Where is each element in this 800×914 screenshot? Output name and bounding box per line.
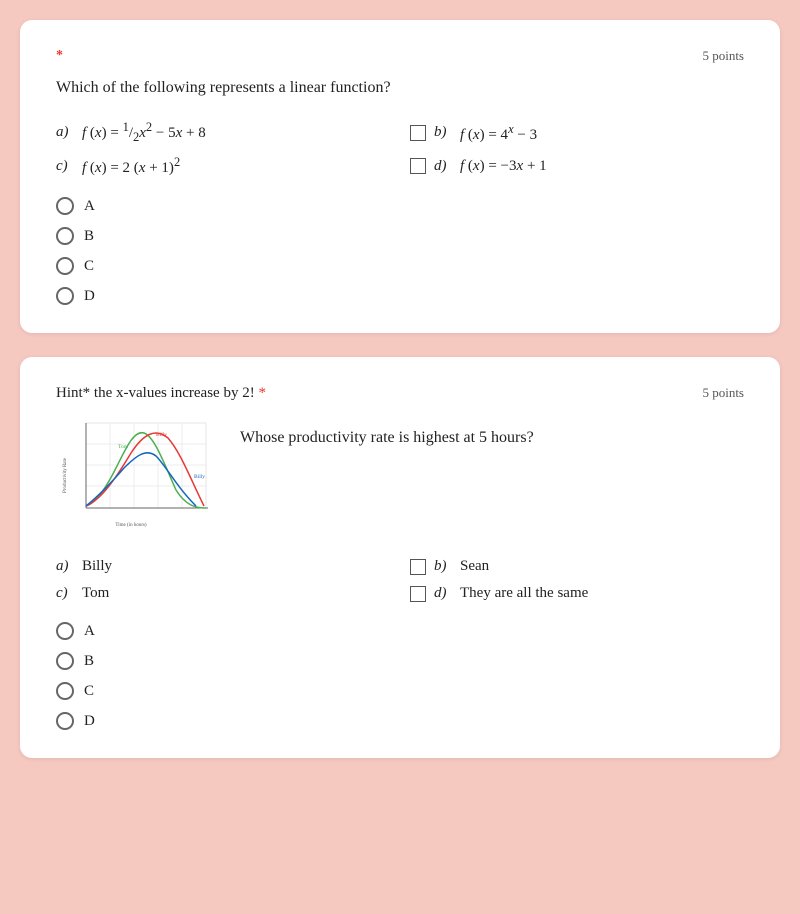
option-d: d) f (x) = −3x + 1 <box>410 155 744 177</box>
card2-option-b-text: Sean <box>460 558 489 575</box>
radio2-C[interactable]: C <box>56 682 744 700</box>
radio-circle-A[interactable] <box>56 197 74 215</box>
radio-circle-C[interactable] <box>56 257 74 275</box>
card2-option-b: b) Sean <box>410 558 744 575</box>
radio-label-D: D <box>84 288 95 305</box>
legend-billy2: Billy <box>194 474 205 480</box>
radio-group-2: A B C D <box>56 622 744 730</box>
card2-option-c-text: Tom <box>82 585 109 602</box>
x-axis-label: Time (in hours) <box>115 523 147 528</box>
option-c-label: c) <box>56 158 74 175</box>
radio-label-C: C <box>84 258 94 275</box>
radio2-label-C: C <box>84 683 94 700</box>
card2-option-d-text: They are all the same <box>460 585 588 602</box>
chart-container: Productivity Rate Time (in hours) Tom Bi… <box>56 418 216 538</box>
radio2-circle-B[interactable] <box>56 652 74 670</box>
radio-B[interactable]: B <box>56 227 744 245</box>
card2-option-b-label: b) <box>434 558 452 575</box>
required-asterisk: * <box>56 48 63 64</box>
radio2-circle-C[interactable] <box>56 682 74 700</box>
card2-question: Whose productivity rate is highest at 5 … <box>240 418 744 450</box>
card2-option-d-checkbox[interactable] <box>410 586 426 602</box>
question-area: Productivity Rate Time (in hours) Tom Bi… <box>56 418 744 538</box>
option-d-math: f (x) = −3x + 1 <box>460 158 547 175</box>
radio2-D[interactable]: D <box>56 712 744 730</box>
option-c-math: f (x) = 2 (x + 1)2 <box>82 155 180 177</box>
radio-D[interactable]: D <box>56 287 744 305</box>
legend-tom: Tom <box>118 444 129 450</box>
radio2-label-A: A <box>84 623 95 640</box>
card2-header: Hint* the x-values increase by 2! * 5 po… <box>56 385 744 402</box>
card2-option-d: d) They are all the same <box>410 585 744 602</box>
radio-C[interactable]: C <box>56 257 744 275</box>
points-label: 5 points <box>702 48 744 64</box>
card2-option-d-label: d) <box>434 585 452 602</box>
card-1: * 5 points Which of the following repres… <box>20 20 780 333</box>
card2-points: 5 points <box>702 385 744 401</box>
radio-circle-B[interactable] <box>56 227 74 245</box>
card2-option-c-label: c) <box>56 585 74 602</box>
productivity-chart: Productivity Rate Time (in hours) Tom Bi… <box>56 418 216 538</box>
card2-options-grid: a) Billy b) Sean c) Tom d) They are all … <box>56 558 744 602</box>
option-b-math: f (x) = 4x − 3 <box>460 122 537 144</box>
option-a: a) f (x) = 1/2x2 − 5x + 8 <box>56 120 390 145</box>
option-a-label: a) <box>56 124 74 141</box>
option-b-checkbox[interactable] <box>410 125 426 141</box>
question-text: Which of the following represents a line… <box>56 76 744 100</box>
legend-billy: Billy <box>156 432 167 438</box>
y-axis-label: Productivity Rate <box>63 457 68 493</box>
card2-option-a: a) Billy <box>56 558 390 575</box>
radio2-B[interactable]: B <box>56 652 744 670</box>
card-2: Hint* the x-values increase by 2! * 5 po… <box>20 357 780 758</box>
option-c: c) f (x) = 2 (x + 1)2 <box>56 155 390 177</box>
option-b: b) f (x) = 4x − 3 <box>410 120 744 145</box>
option-d-label: d) <box>434 158 452 175</box>
options-grid: a) f (x) = 1/2x2 − 5x + 8 b) f (x) = 4x … <box>56 120 744 177</box>
radio-label-B: B <box>84 228 94 245</box>
radio2-label-D: D <box>84 713 95 730</box>
hint-text: Hint* the x-values increase by 2! * <box>56 385 266 402</box>
radio2-A[interactable]: A <box>56 622 744 640</box>
radio2-label-B: B <box>84 653 94 670</box>
card2-option-c: c) Tom <box>56 585 390 602</box>
card2-option-a-text: Billy <box>82 558 112 575</box>
radio-circle-D[interactable] <box>56 287 74 305</box>
option-d-checkbox[interactable] <box>410 158 426 174</box>
option-b-label: b) <box>434 124 452 141</box>
radio2-circle-D[interactable] <box>56 712 74 730</box>
card2-asterisk: * <box>258 385 266 401</box>
card1-header: * 5 points <box>56 48 744 64</box>
radio-label-A: A <box>84 198 95 215</box>
card2-option-a-label: a) <box>56 558 74 575</box>
radio-A[interactable]: A <box>56 197 744 215</box>
radio-group-1: A B C D <box>56 197 744 305</box>
radio2-circle-A[interactable] <box>56 622 74 640</box>
card2-option-b-checkbox[interactable] <box>410 559 426 575</box>
option-a-math: f (x) = 1/2x2 − 5x + 8 <box>82 120 206 145</box>
